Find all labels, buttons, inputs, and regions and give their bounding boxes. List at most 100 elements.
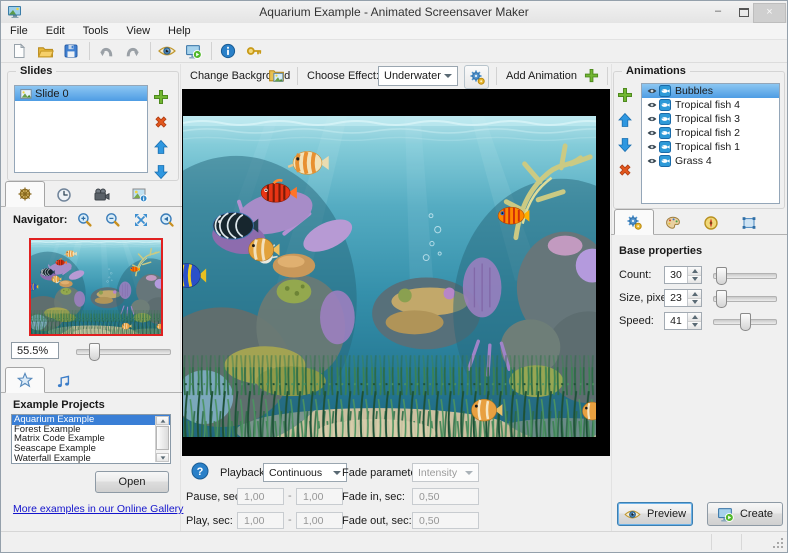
tab-video[interactable] — [83, 183, 121, 207]
open-project-button[interactable] — [33, 41, 57, 61]
move-animation-down-button[interactable] — [617, 137, 633, 153]
close-button[interactable]: × — [753, 3, 786, 23]
speed-down-button[interactable] — [688, 320, 701, 329]
gear-icon — [469, 69, 485, 85]
tab-movement[interactable] — [692, 211, 730, 235]
navigator-thumbnail-image — [31, 240, 161, 334]
count-slider[interactable] — [713, 267, 777, 285]
move-animation-up-button[interactable] — [617, 112, 633, 128]
tab-base-properties[interactable] — [614, 209, 654, 235]
animation-list-item[interactable]: Tropical fish 4 — [642, 98, 779, 112]
maximize-button[interactable] — [732, 4, 754, 20]
add-animation-list-button[interactable] — [617, 87, 633, 103]
title-bar[interactable]: Aquarium Example - Animated Screensaver … — [1, 1, 787, 23]
open-button[interactable]: Open — [95, 471, 169, 493]
visibility-eye-icon[interactable] — [647, 100, 657, 110]
zoom-slider[interactable] — [76, 343, 171, 361]
animation-list-item[interactable]: Grass 4 — [642, 154, 779, 168]
tab-appearance[interactable] — [654, 211, 692, 235]
count-slider-thumb[interactable] — [716, 267, 727, 285]
scroll-down-arrow[interactable] — [156, 453, 169, 462]
menu-view[interactable]: View — [117, 24, 159, 38]
tab-slide-settings[interactable] — [5, 181, 45, 207]
zoom-value-field[interactable]: 55.5% — [11, 342, 59, 359]
navigator-thumbnail[interactable] — [29, 238, 163, 336]
online-gallery-link[interactable]: More examples in our Online Gallery — [13, 503, 183, 515]
animation-list-item[interactable]: Tropical fish 2 — [642, 126, 779, 140]
scroll-thumb[interactable] — [156, 426, 169, 450]
change-background-button[interactable] — [268, 67, 285, 87]
license-key-button[interactable] — [242, 41, 266, 61]
info-button[interactable] — [216, 41, 240, 61]
size-slider[interactable] — [713, 290, 777, 308]
animations-list[interactable]: Bubbles Tropical fish 4 Tropical fish 3 … — [641, 83, 780, 204]
example-projects-list[interactable]: Aquarium Example Forest Example Matrix C… — [11, 414, 171, 464]
slide-list-item[interactable]: Slide 0 — [15, 86, 147, 101]
size-down-button[interactable] — [688, 297, 701, 306]
resize-grip[interactable] — [773, 538, 785, 550]
zoom-in-icon[interactable] — [77, 212, 93, 228]
zoom-out-icon[interactable] — [105, 212, 121, 228]
menu-tools[interactable]: Tools — [74, 24, 118, 38]
visibility-eye-icon[interactable] — [647, 156, 657, 166]
speed-spinner[interactable]: 41 — [664, 312, 702, 330]
zoom-slider-thumb[interactable] — [89, 343, 100, 361]
size-slider-thumb[interactable] — [716, 290, 727, 308]
speed-up-button[interactable] — [688, 313, 701, 321]
animation-list-item[interactable]: Tropical fish 3 — [642, 112, 779, 126]
menu-edit[interactable]: Edit — [37, 24, 74, 38]
projects-scrollbar[interactable] — [155, 416, 169, 462]
visibility-eye-icon[interactable] — [647, 128, 657, 138]
slides-list[interactable]: Slide 0 — [14, 85, 148, 173]
window-title: Aquarium Example - Animated Screensaver … — [259, 5, 529, 19]
move-slide-up-button[interactable] — [153, 139, 169, 155]
create-toolbar-button[interactable] — [181, 41, 205, 61]
menu-help[interactable]: Help — [159, 24, 200, 38]
project-list-item[interactable]: Waterfall Example — [12, 453, 170, 463]
scroll-up-arrow[interactable] — [156, 416, 169, 425]
minimize-button[interactable]: – — [707, 4, 729, 20]
delete-animation-button[interactable] — [617, 162, 633, 178]
speed-slider[interactable] — [713, 313, 777, 331]
speed-slider-thumb[interactable] — [740, 313, 751, 331]
create-button[interactable]: Create — [707, 502, 783, 526]
save-project-button[interactable] — [59, 41, 83, 61]
tab-image[interactable] — [121, 183, 159, 207]
tab-placement[interactable] — [730, 211, 768, 235]
visibility-eye-icon[interactable] — [647, 142, 657, 152]
preview-toolbar-button[interactable] — [155, 41, 179, 61]
actual-size-icon[interactable] — [159, 212, 175, 228]
visibility-eye-icon[interactable] — [647, 114, 657, 124]
move-slide-down-button[interactable] — [153, 164, 169, 180]
tab-music[interactable] — [45, 369, 83, 393]
add-slide-button[interactable] — [153, 89, 169, 105]
count-down-button[interactable] — [688, 274, 701, 283]
effect-settings-button[interactable] — [464, 65, 489, 89]
tab-timing[interactable] — [45, 183, 83, 207]
preview-canvas[interactable] — [182, 89, 610, 456]
animation-list-item[interactable]: Tropical fish 1 — [642, 140, 779, 154]
effect-combo[interactable]: Underwater — [378, 66, 458, 86]
preview-button[interactable]: Preview — [617, 502, 693, 526]
tab-example-projects[interactable] — [5, 367, 45, 393]
animation-list-item[interactable]: Bubbles — [642, 84, 779, 98]
project-label: Waterfall Example — [14, 452, 91, 464]
visibility-eye-icon[interactable] — [647, 86, 657, 96]
size-up-button[interactable] — [688, 290, 701, 298]
new-document-button[interactable] — [7, 41, 31, 61]
fit-to-window-icon[interactable] — [133, 212, 149, 228]
add-animation-label: Add Animation — [506, 70, 577, 82]
size-spinner[interactable]: 23 — [664, 289, 702, 307]
menu-file[interactable]: File — [1, 24, 37, 38]
help-icon[interactable] — [191, 462, 209, 480]
add-animation-plus-button[interactable] — [584, 68, 599, 83]
fade-parameter-combo: Intensity — [412, 463, 479, 482]
pause-from-value: 1,00 — [244, 490, 265, 503]
count-up-button[interactable] — [688, 267, 701, 275]
redo-button[interactable] — [120, 41, 144, 61]
delete-slide-button[interactable] — [153, 114, 169, 130]
count-spinner[interactable]: 30 — [664, 266, 702, 284]
playback-combo[interactable]: Continuous — [263, 463, 347, 482]
speed-value: 41 — [670, 315, 682, 327]
undo-button[interactable] — [94, 41, 118, 61]
